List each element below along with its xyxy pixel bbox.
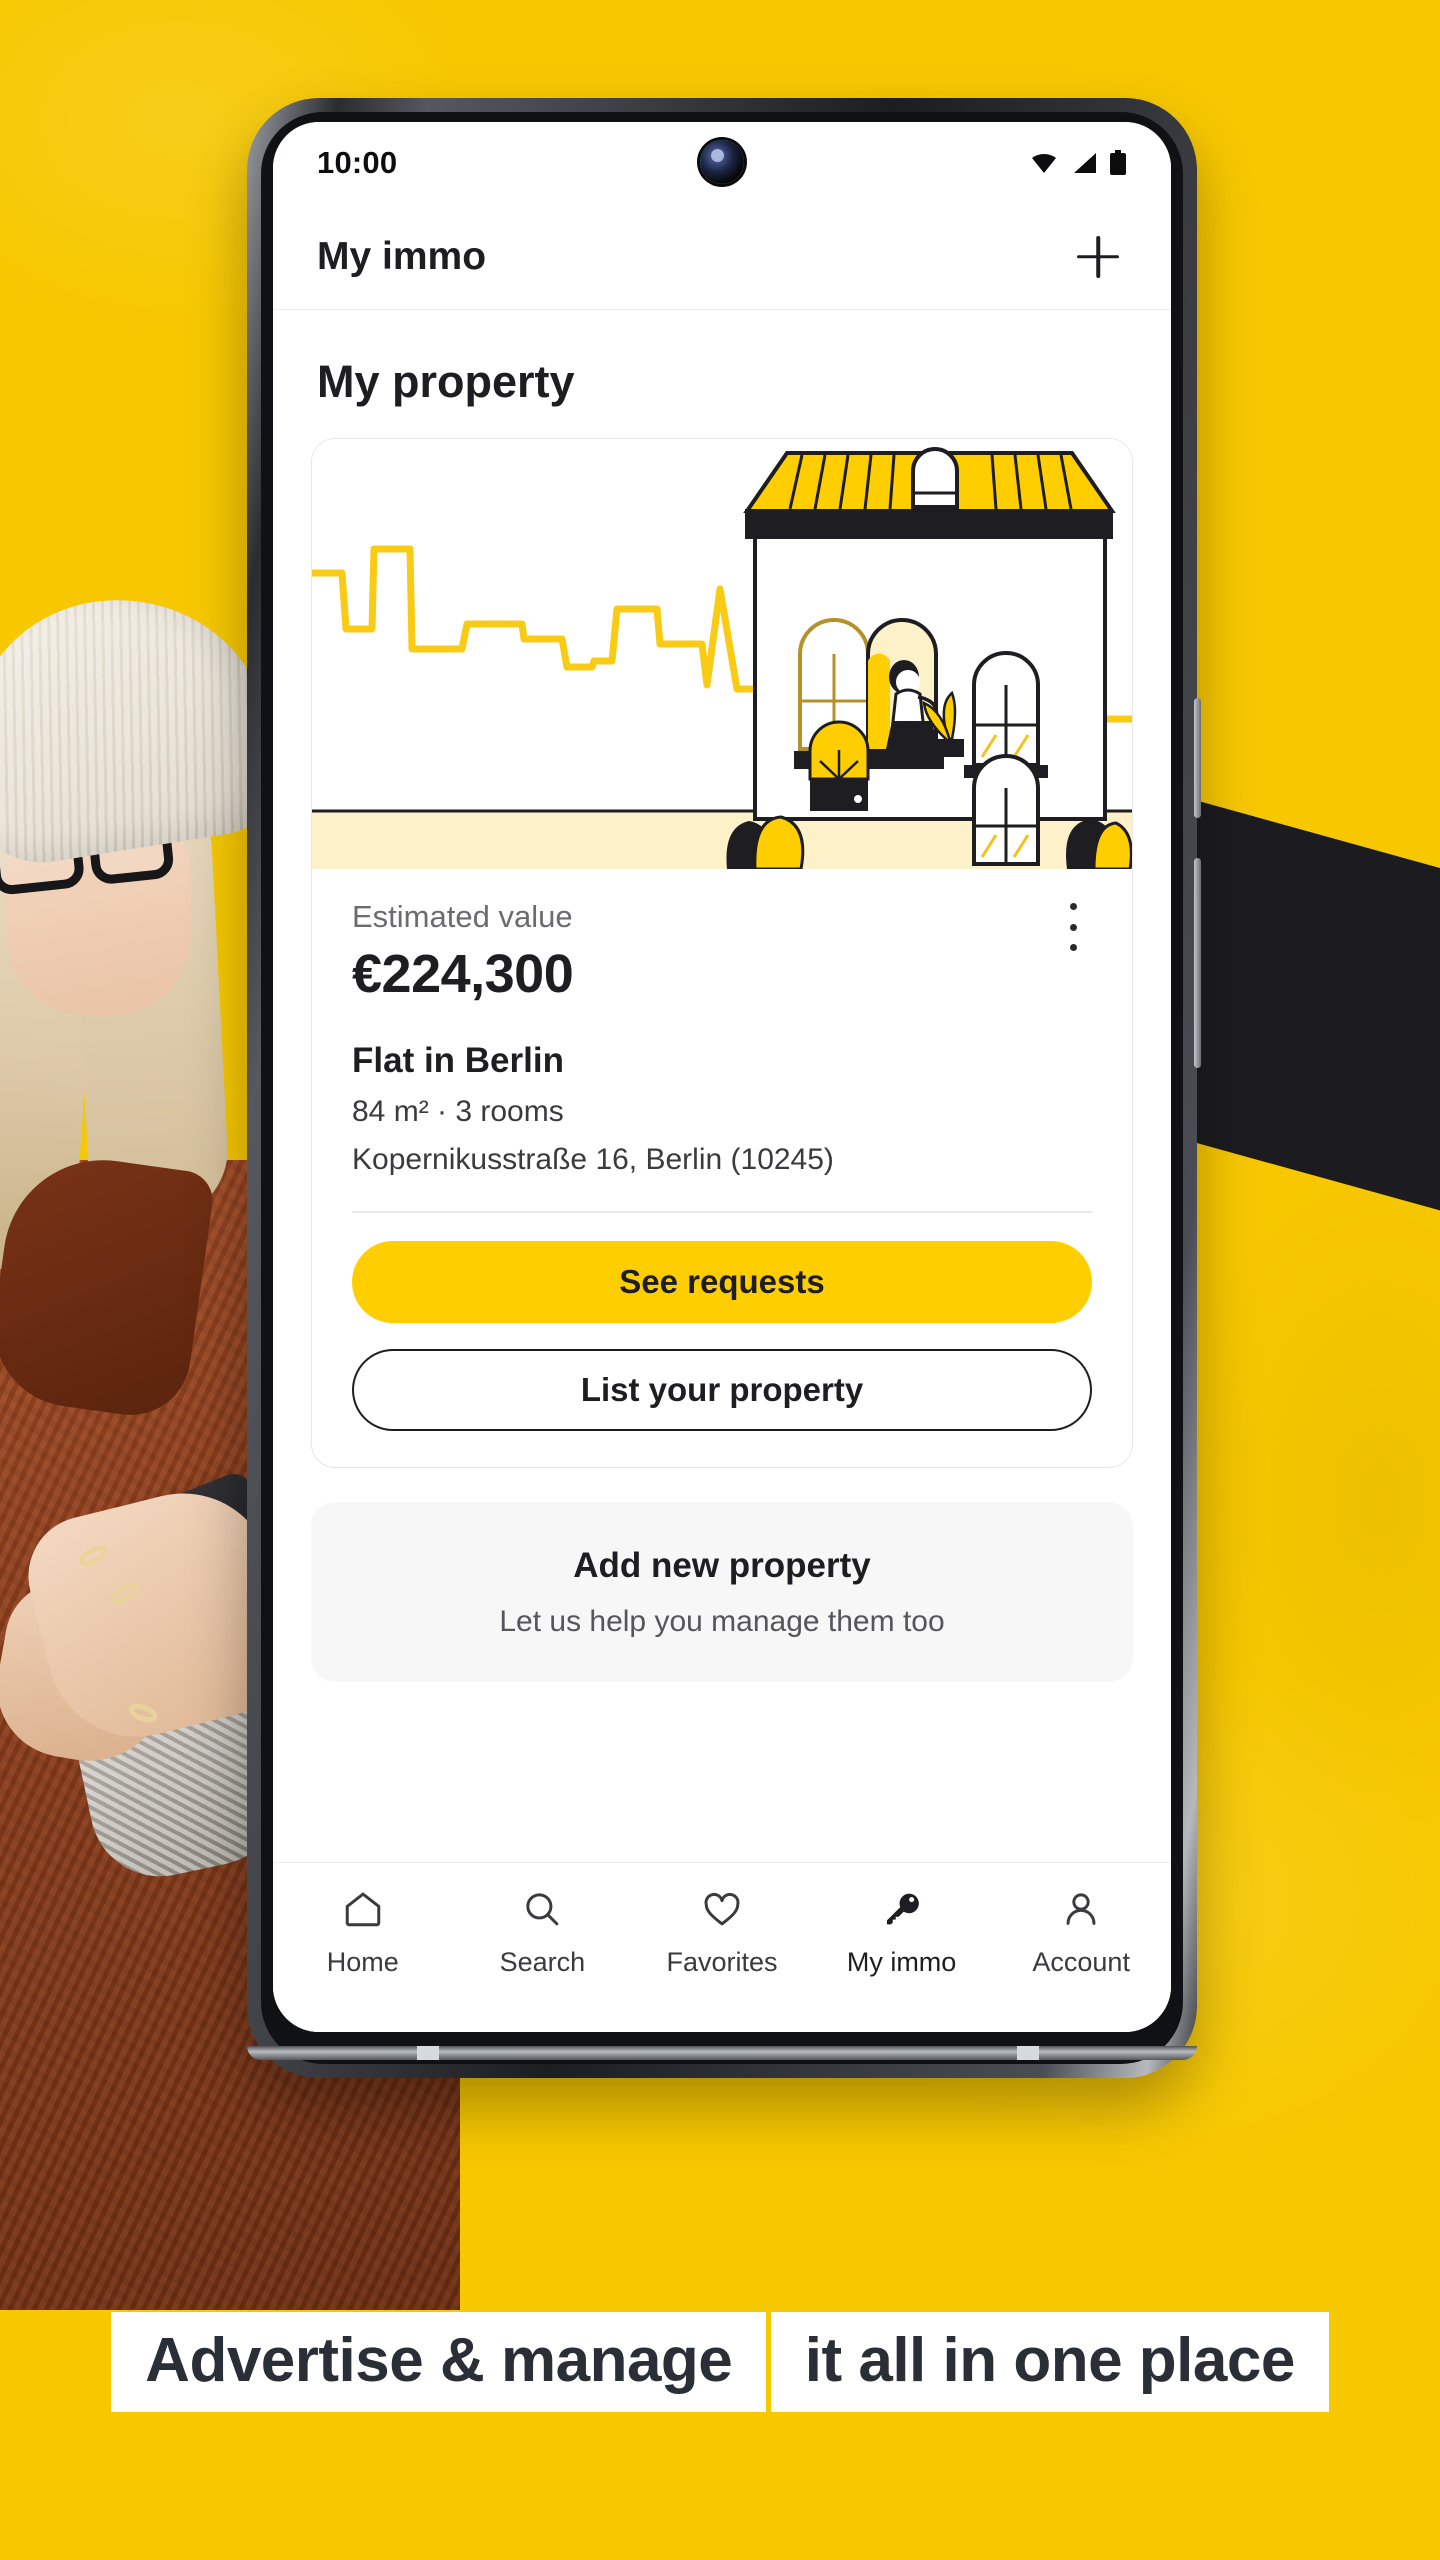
promo-headline-line2: it all in one place: [770, 2312, 1329, 2412]
cellular-signal-icon: [1074, 153, 1096, 173]
property-card[interactable]: Estimated value €224,300 Flat in Berlin …: [311, 438, 1133, 1468]
status-icons: [1029, 150, 1127, 176]
power-button[interactable]: [1194, 858, 1201, 1068]
nav-label-search: Search: [499, 1947, 586, 1977]
nav-label-favorites: Favorites: [666, 1947, 778, 1977]
bottom-navigation-bar: Home Search Favorites My immo Account: [273, 1862, 1171, 2032]
status-time: 10:00: [317, 145, 398, 180]
property-card-actions: See requests List your property: [312, 1213, 1132, 1467]
plus-icon[interactable]: [1069, 228, 1127, 286]
see-requests-button[interactable]: See requests: [352, 1240, 1092, 1323]
phone-bottom-seam: [247, 2046, 1197, 2060]
kebab-menu-icon[interactable]: [1050, 897, 1096, 957]
key-icon: [878, 1885, 926, 1933]
add-new-property-subtitle: Let us help you manage them too: [499, 1604, 945, 1638]
promo-headline-line1: Advertise & manage: [111, 2312, 767, 2412]
heart-icon: [698, 1885, 746, 1933]
status-bar: 10:00: [273, 122, 1171, 204]
property-title: Flat in Berlin: [352, 1041, 564, 1080]
battery-icon: [1110, 150, 1126, 175]
volume-button[interactable]: [1194, 698, 1201, 818]
wifi-icon: [1032, 154, 1056, 173]
main-content: My property Estimated value €224,300 Fla…: [273, 310, 1171, 2032]
add-new-property-title: Add new property: [573, 1545, 871, 1585]
promo-headline: Advertise & manage it all in one place: [0, 2300, 1440, 2412]
home-icon: [339, 1885, 387, 1933]
phone-screen: 10:00 My immo My property Estimated valu…: [273, 122, 1171, 2032]
property-details: Estimated value €224,300 Flat in Berlin …: [312, 869, 1132, 1177]
property-address: Kopernikusstraße 16, Berlin (10245): [352, 1143, 834, 1176]
nav-item-favorites[interactable]: Favorites: [632, 1885, 812, 1978]
property-specs: 84 m² · 3 rooms: [352, 1095, 564, 1128]
add-new-property-card[interactable]: Add new property Let us help you manage …: [311, 1501, 1133, 1683]
nav-item-my-immo[interactable]: My immo: [812, 1885, 992, 1978]
nav-item-search[interactable]: Search: [453, 1885, 633, 1978]
estimated-value: €224,300: [352, 944, 574, 1004]
nav-item-home[interactable]: Home: [273, 1885, 453, 1978]
nav-item-account[interactable]: Account: [991, 1885, 1171, 1978]
seam-notch-right: [1017, 2046, 1039, 2060]
house-with-person-illustration: [312, 439, 1132, 869]
nav-label-account: Account: [1032, 1947, 1130, 1977]
page-title: My property: [317, 356, 575, 407]
estimated-value-label: Estimated value: [352, 899, 573, 934]
phone-device-mockup: 10:00 My immo My property Estimated valu…: [247, 98, 1201, 2078]
seam-notch-left: [417, 2046, 439, 2060]
nav-label-home: Home: [326, 1947, 399, 1977]
search-icon: [518, 1885, 566, 1933]
app-header: My immo: [273, 204, 1171, 310]
list-your-property-button[interactable]: List your property: [352, 1348, 1092, 1431]
nav-label-my-immo: My immo: [846, 1947, 957, 1977]
person-icon: [1057, 1885, 1105, 1933]
front-camera-icon: [700, 140, 744, 184]
illustration-svg: [312, 447, 1132, 869]
page-header-title: My immo: [317, 234, 487, 278]
